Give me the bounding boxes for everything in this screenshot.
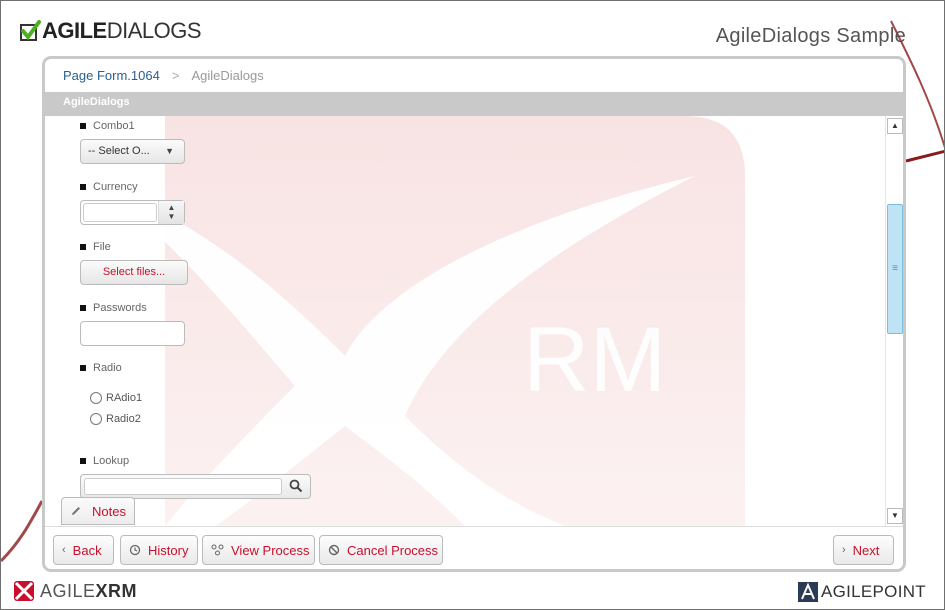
- agilepoint-logo-icon: [797, 582, 818, 602]
- app-window: AGILEDIALOGS AgileDialogs Sample Page Fo…: [0, 0, 945, 610]
- radio-label: Radio: [93, 362, 122, 374]
- field-currency: Currency ▲ ▼: [80, 181, 185, 225]
- select-files-button[interactable]: Select files...: [80, 260, 188, 285]
- back-button[interactable]: ‹ Back: [53, 535, 114, 565]
- chevron-right-icon: ›: [842, 544, 846, 556]
- field-passwords: Passwords: [80, 302, 185, 346]
- breadcrumb-separator: >: [171, 68, 180, 83]
- field-radio: Radio: [80, 362, 122, 374]
- bullet-icon: [80, 305, 86, 311]
- agilepoint-logo: AGILEPOINT: [797, 581, 926, 603]
- history-button[interactable]: History: [120, 535, 198, 565]
- back-label: Back: [72, 542, 102, 558]
- currency-input[interactable]: ▲ ▼: [80, 200, 185, 225]
- radio-button[interactable]: [90, 413, 102, 425]
- field-combo1: Combo1 -- Select O... ▼: [80, 120, 185, 164]
- app-title: AgileDialogs Sample: [715, 25, 906, 47]
- history-icon: [129, 544, 141, 556]
- cancel-process-button[interactable]: Cancel Process: [319, 535, 443, 565]
- pencil-icon: [72, 507, 80, 515]
- radio-option-2[interactable]: Radio2: [90, 413, 141, 425]
- scroll-up-arrow-icon[interactable]: ▲: [887, 118, 903, 134]
- breadcrumb-current: AgileDialogs: [191, 68, 264, 83]
- next-button[interactable]: › Next: [833, 535, 894, 565]
- form-fields: Combo1 -- Select O... ▼ Currency ▲ ▼ Fil…: [45, 116, 885, 526]
- form-content: RM Combo1 -- Select O... ▼ Currency ▲▼: [45, 116, 903, 526]
- field-file: File Select files...: [80, 241, 188, 285]
- combo1-label: Combo1: [93, 120, 135, 132]
- currency-field[interactable]: [83, 203, 157, 222]
- radio-option-label: RAdio1: [106, 392, 143, 404]
- agilexrm-logo-bold: XRM: [95, 580, 138, 601]
- agilepoint-logo-text: AGILEPOINT: [820, 582, 926, 601]
- breadcrumb: Page Form.1064 > AgileDialogs: [45, 59, 903, 92]
- bullet-icon: [80, 184, 86, 190]
- action-bar: ‹ Back History View Process Cancel Proce…: [45, 526, 903, 569]
- breadcrumb-link-page-form[interactable]: Page Form.1064: [63, 68, 160, 83]
- next-label: Next: [852, 542, 880, 558]
- search-icon[interactable]: [289, 479, 303, 493]
- agilexrm-logo: AGILE XRM: [12, 579, 137, 603]
- checkmark-logo-icon: [20, 20, 41, 41]
- logo-text-light: DIALOGS: [106, 18, 202, 43]
- bullet-icon: [80, 244, 86, 250]
- field-lookup: Lookup: [80, 455, 311, 499]
- combo1-select[interactable]: -- Select O... ▼: [80, 139, 185, 164]
- radio-option-label: Radio2: [106, 413, 141, 425]
- scroll-thumb[interactable]: ≡: [887, 204, 903, 334]
- radio-button[interactable]: [90, 392, 102, 404]
- cancel-process-label: Cancel Process: [347, 542, 439, 558]
- spinner-arrows-icon[interactable]: ▲ ▼: [158, 201, 184, 224]
- agilexrm-logo-light: AGILE: [40, 580, 96, 601]
- chevron-down-icon: ▼: [165, 146, 174, 156]
- view-process-button[interactable]: View Process: [202, 535, 315, 565]
- section-header: AgileDialogs: [45, 92, 903, 116]
- cancel-icon: [328, 544, 340, 556]
- lookup-input[interactable]: [84, 478, 282, 495]
- bullet-icon: [80, 123, 86, 129]
- passwords-label: Passwords: [93, 302, 147, 314]
- notes-label: Notes: [92, 503, 126, 519]
- process-icon: [211, 544, 224, 556]
- form-panel: Page Form.1064 > AgileDialogs AgileDialo…: [42, 56, 906, 572]
- logo-text-bold: AGILE: [42, 18, 107, 43]
- file-label: File: [93, 241, 111, 253]
- lookup-control: [80, 474, 311, 499]
- vertical-scrollbar[interactable]: ▲ ≡ ▼: [885, 116, 903, 526]
- view-process-label: View Process: [231, 542, 310, 558]
- bullet-icon: [80, 458, 86, 464]
- agiledialogs-logo: AGILEDIALOGS: [19, 17, 202, 45]
- password-input[interactable]: [80, 321, 185, 346]
- history-label: History: [148, 542, 189, 558]
- xrm-logo-icon: [14, 581, 34, 601]
- bullet-icon: [80, 365, 86, 371]
- notes-button[interactable]: Notes: [61, 497, 135, 525]
- scroll-down-arrow-icon[interactable]: ▼: [887, 508, 903, 524]
- chevron-left-icon: ‹: [62, 544, 66, 556]
- radio-option-1[interactable]: RAdio1: [90, 392, 142, 404]
- combo1-value: -- Select O...: [88, 145, 150, 157]
- lookup-label: Lookup: [93, 455, 130, 467]
- currency-label: Currency: [93, 181, 138, 193]
